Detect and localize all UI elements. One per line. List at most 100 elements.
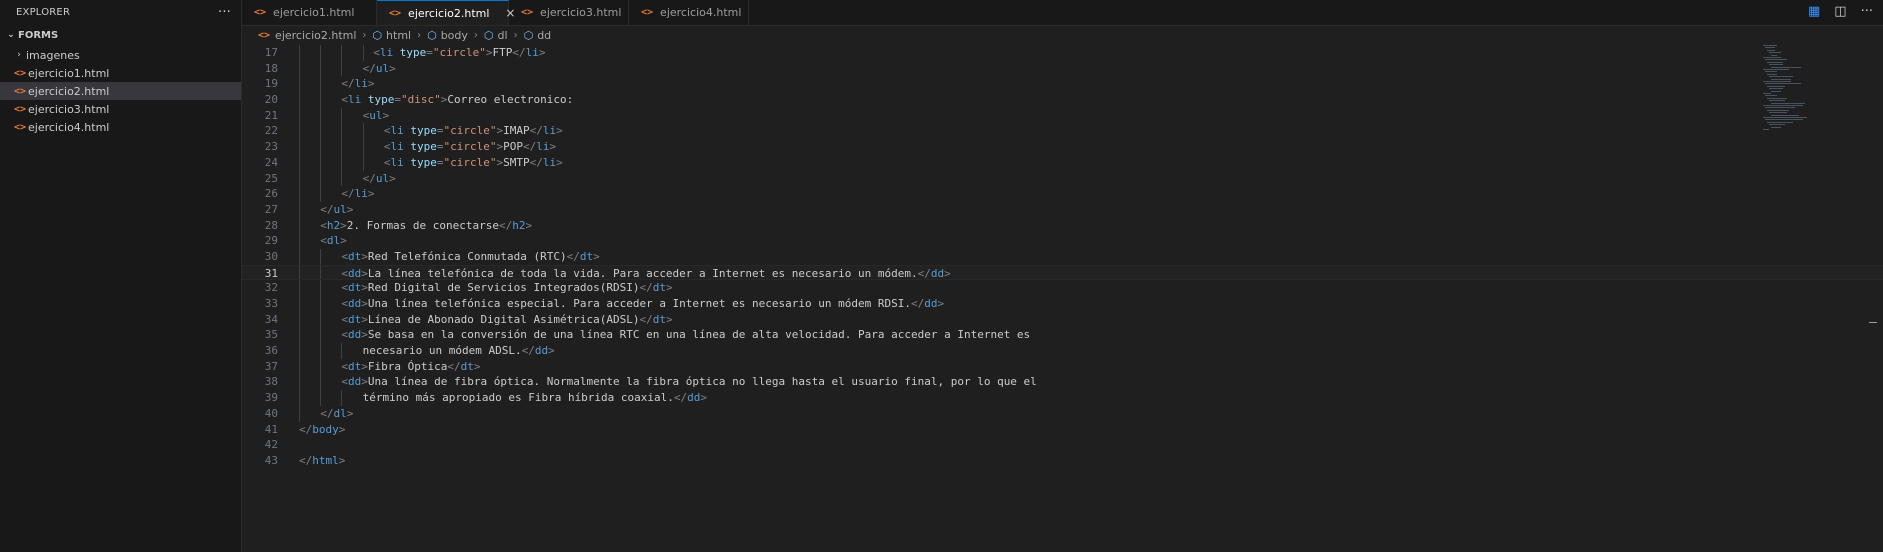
code-line[interactable]: 24 <li type="circle">SMTP</li> — [242, 154, 1883, 171]
code-token: li — [354, 77, 368, 91]
code-line[interactable]: 32 <dt>Red Digital de Servicios Integrado… — [242, 280, 1883, 296]
indent-guide — [299, 170, 300, 187]
minimap[interactable] — [1759, 45, 1869, 135]
code-line[interactable]: 17 <li type="circle">FTP</li> — [242, 45, 1883, 61]
indent-guide — [341, 390, 343, 406]
line-number: 28 — [264, 218, 278, 232]
tree-item-ejercicio4[interactable]: <> ejercicio4.html — [0, 118, 241, 136]
minimap-line — [1769, 52, 1781, 54]
code-token: > — [338, 422, 346, 436]
code-token: </ — [639, 312, 653, 326]
code-line[interactable]: 38 <dd>Una línea de fibra óptica. Normalm… — [242, 374, 1883, 391]
minimap-line — [1763, 57, 1781, 58]
indent-guide — [341, 107, 343, 124]
code-line[interactable]: 26 </li> — [242, 186, 1883, 202]
code-line[interactable]: 30 <dt>Red Telefónica Conmutada (RTC)</dt… — [242, 248, 1883, 265]
code-token: > — [473, 359, 481, 373]
code-line[interactable]: 37 <dt>Fibra Óptica</dt> — [242, 358, 1883, 375]
tab-ejercicio2[interactable]: <> ejercicio2.html × — [377, 0, 515, 25]
element-icon: ⬡ — [427, 28, 437, 42]
indent-guide — [299, 248, 300, 265]
html-file-icon: <> — [521, 7, 534, 18]
indent-guide — [341, 170, 343, 187]
breadcrumb-label: html — [386, 28, 412, 42]
code-content: <dd>Se basa en la conversión de una líne… — [341, 327, 1030, 343]
code-line[interactable]: 28 <h2>2. Formas de conectarse</h2> — [242, 217, 1883, 234]
code-line[interactable]: 23 <li type="circle">POP</li> — [242, 139, 1883, 155]
code-editor[interactable]: 17 <li type="circle">FTP</li> 18 </ul> 19 </l… — [242, 45, 1883, 552]
code-token: > — [361, 312, 368, 326]
code-token: Correo electronico: — [447, 93, 574, 107]
indent-guide — [320, 186, 322, 202]
indent-guide — [299, 343, 300, 359]
chevron-right-icon: › — [362, 29, 367, 41]
code-content: </ul> — [320, 202, 353, 218]
line-number: 20 — [264, 93, 278, 107]
indent-guide — [299, 280, 300, 296]
code-line[interactable]: 42 — [242, 437, 1883, 453]
code-line[interactable]: 33 <dd>Una línea telefónica especial. Par… — [242, 296, 1883, 312]
code-token: li — [542, 155, 557, 169]
tree-item-ejercicio2[interactable]: <> ejercicio2.html — [0, 82, 241, 100]
indent-guide — [320, 343, 322, 359]
code-token: dt — [348, 281, 362, 295]
indent-guide — [320, 374, 322, 391]
code-line[interactable]: 25 </ul> — [242, 170, 1883, 187]
breadcrumb-dd[interactable]: ⬡ dd — [524, 29, 552, 42]
code-line[interactable]: 31 <dd>La línea telefónica de toda la vid… — [242, 264, 1883, 281]
minimap-line — [1763, 69, 1789, 70]
open-preview-icon[interactable]: ▦ — [1808, 4, 1820, 19]
section-label: FORMS — [18, 29, 59, 41]
breadcrumb-label: body — [440, 28, 468, 42]
code-line[interactable]: 27 </ul> — [242, 201, 1883, 218]
code-line[interactable]: 35 <dd>Se basa en la conversión de una lí… — [242, 327, 1883, 344]
breadcrumb-dl[interactable]: ⬡ dl — [484, 29, 508, 42]
minimap-line — [1767, 121, 1793, 123]
code-line[interactable]: 34 <dt>Línea de Abonado Digital Asimétric… — [242, 311, 1883, 328]
code-token: > — [361, 328, 368, 342]
html-file-icon: <> — [254, 7, 267, 18]
code-line[interactable]: 39 término más apropiado es Fibra híbrida… — [242, 390, 1883, 406]
indent-guide — [299, 265, 300, 280]
code-line[interactable]: 36 necesario un módem ADSL.</dd> — [242, 343, 1883, 359]
minimap-line — [1771, 54, 1777, 56]
code-line[interactable]: 22 <li type="circle">IMAP</li> — [242, 123, 1883, 140]
line-number: 31 — [264, 266, 278, 280]
breadcrumb-html[interactable]: ⬡ html — [372, 29, 411, 42]
code-line[interactable]: 43 </html> — [242, 453, 1883, 469]
code-line[interactable]: 20 <li type="disc">Correo electronico: — [242, 92, 1883, 108]
code-token: </ — [512, 46, 526, 59]
code-line[interactable]: 19 </li> — [242, 76, 1883, 93]
code-token: dd — [348, 266, 362, 280]
scrollbar-marker[interactable] — [1869, 322, 1877, 323]
split-editor-icon[interactable]: ◫ — [1834, 4, 1846, 19]
ellipsis-icon[interactable]: ··· — [1861, 4, 1873, 19]
tree-item-imagenes[interactable]: › imagenes — [0, 46, 241, 64]
chevron-right-icon: › — [513, 29, 518, 41]
code-line[interactable]: 21 <ul> — [242, 107, 1883, 124]
tab-ejercicio3[interactable]: <> ejercicio3.html — [509, 0, 629, 25]
tree-item-ejercicio3[interactable]: <> ejercicio3.html — [0, 100, 241, 118]
code-line[interactable]: 40 </dl> — [242, 405, 1883, 422]
code-token: > — [593, 249, 600, 263]
code-content: necesario un módem ADSL.</dd> — [363, 343, 555, 359]
code-token: > — [361, 249, 368, 263]
code-line[interactable]: 29 <dl> — [242, 233, 1883, 249]
line-number: 35 — [264, 328, 278, 342]
breadcrumb-file[interactable]: <> ejercicio2.html — [258, 29, 356, 42]
line-number: 19 — [264, 77, 278, 91]
tab-ejercicio4[interactable]: <> ejercicio4.html — [629, 0, 749, 25]
folder-section-forms[interactable]: ⌄ FORMS — [0, 24, 241, 46]
code-line[interactable]: 18 </ul> — [242, 60, 1883, 77]
code-token: li — [542, 124, 557, 138]
ellipsis-icon[interactable]: ··· — [218, 5, 231, 20]
code-line[interactable]: 41 </body> — [242, 422, 1883, 438]
code-token: > — [361, 266, 368, 280]
code-token: IMAP — [503, 124, 530, 138]
breadcrumb-body[interactable]: ⬡ body — [427, 29, 468, 42]
explorer-title: EXPLORER — [16, 6, 71, 18]
tab-ejercicio1[interactable]: <> ejercicio1.html — [242, 0, 377, 25]
code-token: dl — [326, 234, 341, 248]
tree-item-ejercicio1[interactable]: <> ejercicio1.html — [0, 64, 241, 82]
code-token: </ — [917, 266, 931, 280]
